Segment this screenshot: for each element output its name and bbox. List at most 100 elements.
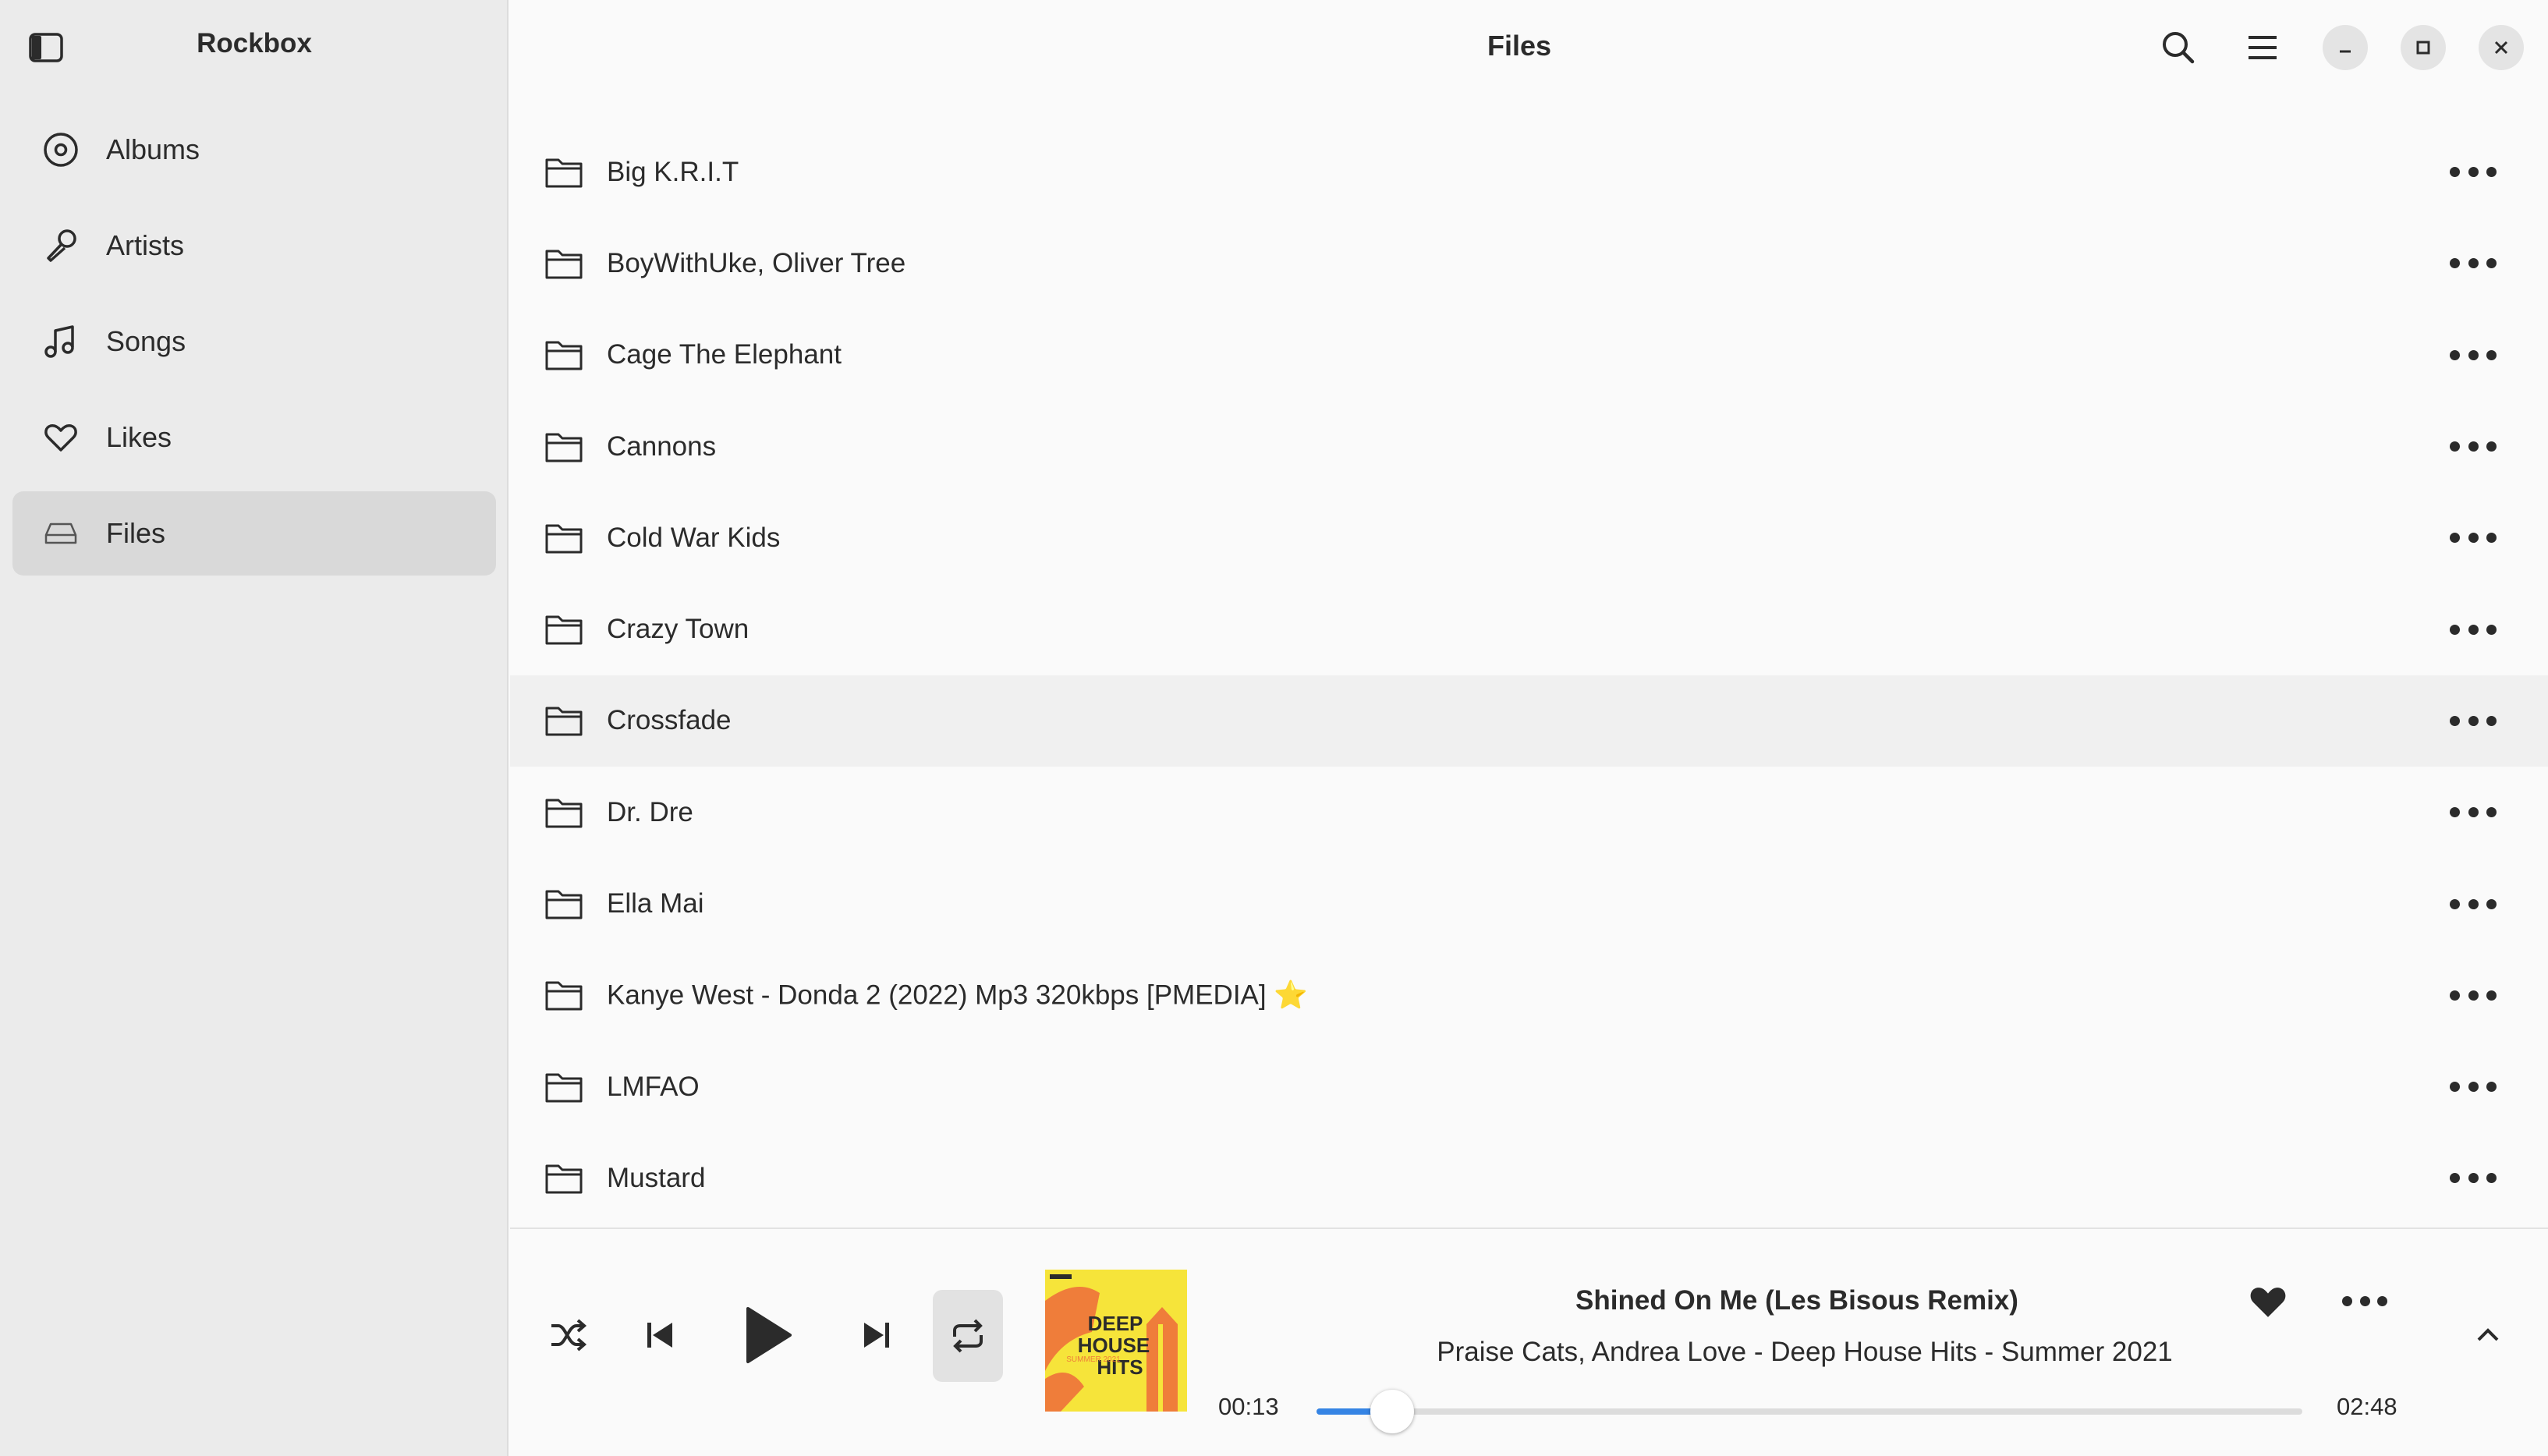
file-row[interactable]: Cage The Elephant xyxy=(510,310,2548,401)
more-options-button[interactable] xyxy=(2450,252,2497,275)
file-name: Big K.R.I.T xyxy=(607,156,739,187)
expand-player-button[interactable] xyxy=(2466,1313,2510,1357)
progress-slider[interactable] xyxy=(1317,1390,2302,1433)
more-options-button[interactable] xyxy=(2450,343,2497,367)
page-title: Files xyxy=(1487,30,1552,62)
more-options-button[interactable] xyxy=(2450,983,2497,1007)
more-options-button[interactable] xyxy=(2450,526,2497,550)
sidebar-item-files[interactable]: Files xyxy=(12,491,496,576)
sidebar-item-songs[interactable]: Songs xyxy=(12,299,496,384)
sidebar: Rockbox Albums Artists Songs Likes Files xyxy=(0,0,509,1456)
album-cover-image: DEEP HOUSE HITS SUMMER 2021 xyxy=(1045,1270,1187,1412)
file-row[interactable]: BoyWithUke, Oliver Tree xyxy=(510,218,2548,309)
app-title: Rockbox xyxy=(197,28,312,58)
maximize-icon xyxy=(2416,41,2430,55)
file-row[interactable]: Cold War Kids xyxy=(510,492,2548,583)
total-duration: 02:48 xyxy=(2337,1393,2397,1420)
more-options-button[interactable] xyxy=(2450,1075,2497,1099)
repeat-button[interactable] xyxy=(933,1290,1003,1382)
progress-handle[interactable] xyxy=(1370,1390,1415,1433)
file-row[interactable]: Big K.R.I.T xyxy=(510,126,2548,218)
next-track-button[interactable] xyxy=(853,1312,900,1359)
folder-icon xyxy=(545,158,583,188)
sidebar-item-artists[interactable]: Artists xyxy=(12,204,496,288)
heart-filled-icon xyxy=(2250,1288,2286,1317)
play-icon xyxy=(746,1307,792,1363)
file-row[interactable]: Cannons xyxy=(510,401,2548,492)
folder-icon xyxy=(545,524,583,554)
file-row[interactable]: Ella Mai xyxy=(510,858,2548,949)
more-options-button[interactable] xyxy=(2450,435,2497,459)
search-button[interactable] xyxy=(2154,23,2202,72)
file-name: Dr. Dre xyxy=(607,796,693,827)
more-options-button[interactable] xyxy=(2450,161,2497,184)
file-row[interactable]: Dr. Dre xyxy=(510,767,2548,858)
microphone-icon xyxy=(41,225,81,266)
file-name: Mustard xyxy=(607,1162,706,1193)
skip-next-icon xyxy=(864,1323,889,1348)
file-row[interactable]: LMFAO xyxy=(510,1041,2548,1132)
folder-icon xyxy=(545,1073,583,1103)
elapsed-time: 00:13 xyxy=(1218,1393,1279,1420)
sidebar-item-label: Albums xyxy=(106,133,200,165)
folder-icon xyxy=(545,615,583,645)
file-row[interactable]: Kanye West - Donda 2 (2022) Mp3 320kbps … xyxy=(510,950,2548,1041)
skip-previous-icon xyxy=(647,1323,672,1348)
track-title: Shined On Me (Les Bisous Remix) xyxy=(1575,1285,2018,1316)
file-name: Crossfade xyxy=(607,705,732,736)
sidebar-item-albums[interactable]: Albums xyxy=(12,108,496,192)
close-button[interactable] xyxy=(2479,25,2524,70)
sidebar-header: Rockbox xyxy=(0,0,509,94)
shuffle-button[interactable] xyxy=(544,1312,591,1359)
player-bar: DEEP HOUSE HITS SUMMER 2021 Shined On Me… xyxy=(510,1228,2548,1456)
album-art[interactable]: DEEP HOUSE HITS SUMMER 2021 xyxy=(1045,1270,1187,1412)
folder-icon xyxy=(545,799,583,828)
file-name: Cold War Kids xyxy=(607,522,781,553)
more-options-button[interactable] xyxy=(2450,709,2497,732)
rockbox-app: Rockbox Albums Artists Songs Likes Files… xyxy=(0,0,2548,1456)
close-icon xyxy=(2494,41,2508,55)
heart-icon xyxy=(41,417,81,458)
file-row[interactable]: Mustard xyxy=(510,1132,2548,1224)
like-button[interactable] xyxy=(2243,1276,2293,1326)
sidebar-item-likes[interactable]: Likes xyxy=(12,395,496,480)
file-list: Big K.R.I.T BoyWithUke, Oliver Tree Cage… xyxy=(510,126,2548,1226)
previous-track-button[interactable] xyxy=(636,1312,683,1359)
album-art-line-1: DEEP xyxy=(1088,1312,1143,1335)
file-name: LMFAO xyxy=(607,1071,700,1102)
sidebar-item-label: Artists xyxy=(106,229,185,261)
file-name: Cannons xyxy=(607,430,717,462)
main-menu-button[interactable] xyxy=(2238,23,2287,72)
music-note-icon xyxy=(41,321,81,362)
sidebar-item-label: Songs xyxy=(106,325,186,357)
folder-icon xyxy=(545,250,583,279)
file-name: Ella Mai xyxy=(607,888,704,919)
file-row[interactable]: Crazy Town xyxy=(510,583,2548,675)
album-art-subtitle: SUMMER 2021 xyxy=(1066,1355,1121,1364)
file-name: Cage The Elephant xyxy=(607,339,842,370)
minimize-button[interactable] xyxy=(2323,25,2368,70)
folder-icon xyxy=(545,707,583,736)
repeat-icon xyxy=(953,1319,983,1353)
more-horizontal-icon xyxy=(2342,1295,2387,1306)
maximize-button[interactable] xyxy=(2401,25,2446,70)
folder-icon xyxy=(545,1164,583,1194)
file-name: Kanye West - Donda 2 (2022) Mp3 320kbps … xyxy=(607,980,1308,1011)
more-options-button[interactable] xyxy=(2450,1167,2497,1190)
disc-icon xyxy=(41,129,81,170)
player-more-options-button[interactable] xyxy=(2340,1284,2390,1318)
folder-icon xyxy=(545,981,583,1011)
sidebar-item-label: Files xyxy=(106,517,166,549)
header-bar: Files xyxy=(510,0,2548,94)
play-button[interactable] xyxy=(736,1304,799,1366)
file-row[interactable]: Crossfade xyxy=(510,675,2548,767)
hamburger-menu-icon xyxy=(2249,36,2277,59)
drive-icon xyxy=(41,513,81,554)
more-options-button[interactable] xyxy=(2450,801,2497,824)
folder-icon xyxy=(545,433,583,462)
album-art-line-2: HOUSE xyxy=(1078,1334,1150,1357)
search-icon xyxy=(2163,32,2195,64)
more-options-button[interactable] xyxy=(2450,618,2497,641)
more-options-button[interactable] xyxy=(2450,892,2497,916)
shuffle-icon xyxy=(551,1319,587,1351)
